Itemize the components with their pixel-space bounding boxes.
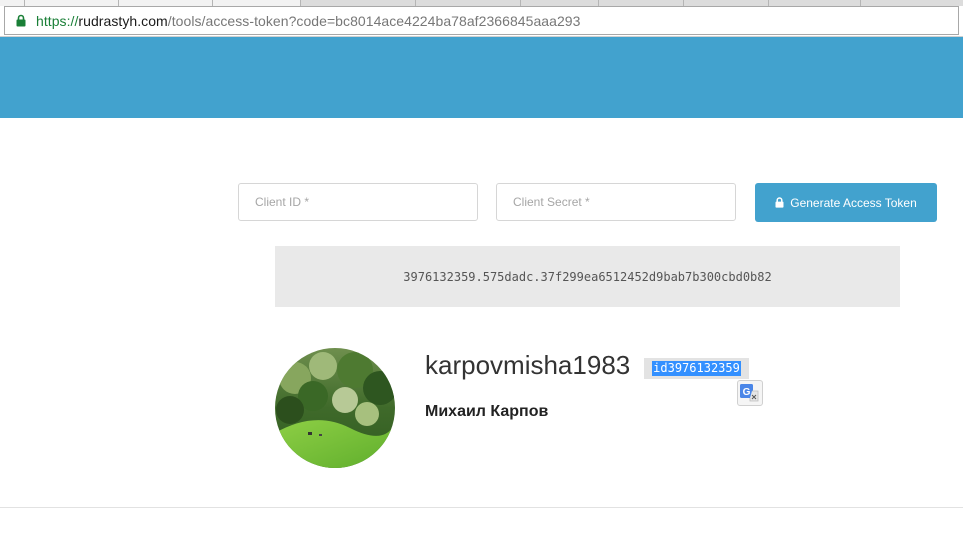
client-id-input[interactable] — [238, 183, 478, 221]
profile-username: karpovmisha1983 — [425, 350, 631, 380]
generate-access-token-button[interactable]: Generate Access Token — [755, 183, 937, 222]
url-path: /tools/access-token?code=bc8014ace4224ba… — [167, 13, 581, 29]
access-token-value[interactable]: 3976132359.575dadc.37f299ea6512452d9bab7… — [403, 270, 771, 284]
lock-icon[interactable] — [16, 14, 26, 27]
profile-id-text[interactable]: id3976132359 — [652, 361, 741, 376]
site-header — [0, 37, 963, 118]
profile-photo — [275, 348, 395, 468]
svg-text:G: G — [743, 387, 751, 398]
profile-avatar — [275, 348, 395, 468]
google-translate-icon[interactable]: G — [737, 380, 763, 406]
url-text[interactable]: https://rudrastyh.com/tools/access-token… — [36, 12, 580, 30]
url-host: rudrastyh.com — [78, 13, 168, 29]
profile-id-badge[interactable]: id3976132359 — [644, 358, 749, 379]
access-token-box: 3976132359.575dadc.37f299ea6512452d9bab7… — [275, 246, 900, 307]
translate-icon: G — [740, 384, 759, 402]
profile-full-name: Михаил Карпов — [425, 403, 549, 420]
address-bar[interactable]: https://rudrastyh.com/tools/access-token… — [4, 6, 959, 35]
url-scheme: https:// — [36, 13, 79, 29]
generate-button-label: Generate Access Token — [790, 195, 917, 210]
section-divider — [0, 507, 963, 508]
client-secret-input[interactable] — [496, 183, 736, 221]
lock-icon — [775, 197, 784, 208]
